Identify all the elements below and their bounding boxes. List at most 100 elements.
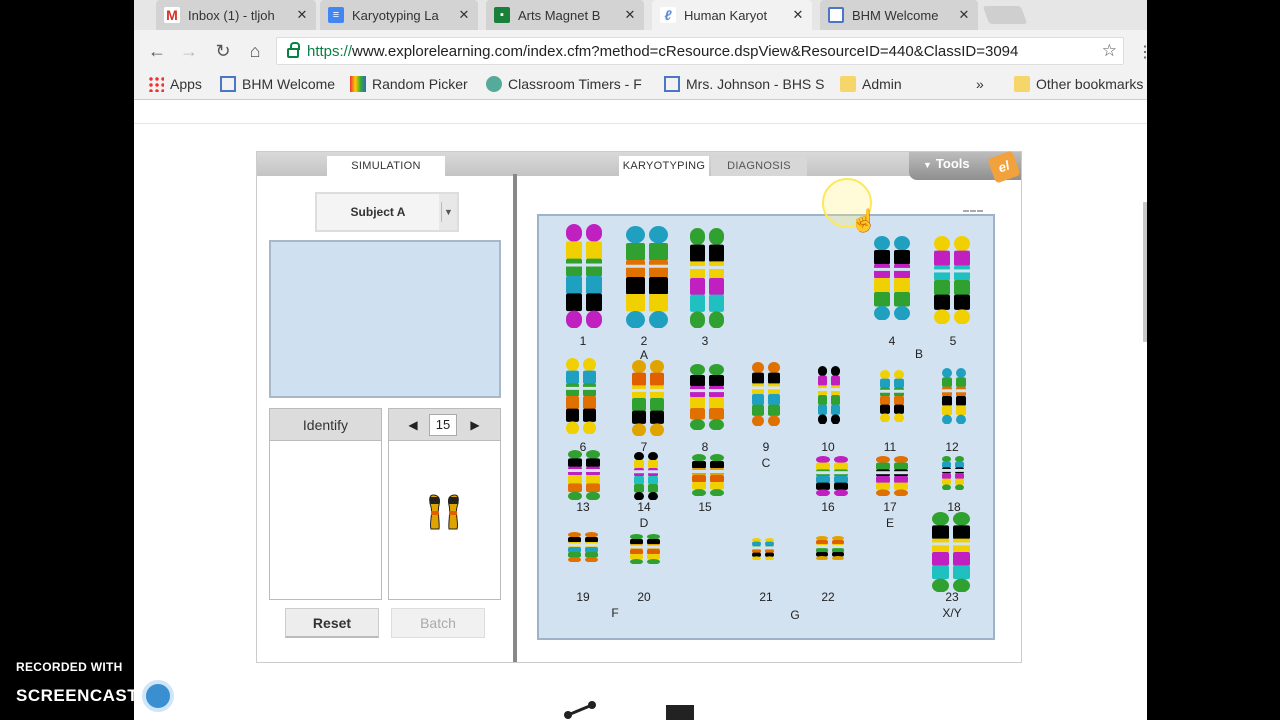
new-tab-button[interactable]: [982, 6, 1028, 24]
tab-inbox[interactable]: M Inbox (1) - tljoh ✕: [156, 0, 316, 30]
tab-title: Inbox (1) - tljoh: [188, 7, 275, 23]
group-label: F: [611, 606, 619, 620]
tab-simulation[interactable]: SIMULATION: [327, 156, 445, 176]
forward-icon[interactable]: →: [178, 40, 200, 62]
screen: M Inbox (1) - tljoh ✕ ≡ Karyotyping La ✕…: [0, 0, 1280, 720]
chromosome-23[interactable]: [931, 512, 971, 592]
bookmark-mrs-johnson[interactable]: Mrs. Johnson - BHS S: [664, 76, 825, 92]
chromosome-number-label: 7: [640, 440, 648, 454]
chevron-down-icon: ▼: [441, 202, 455, 222]
chromosome-number-label: 9: [762, 440, 770, 454]
prev-arrow-icon[interactable]: ◀: [403, 415, 423, 435]
bookmark-star-icon[interactable]: ☆: [1097, 41, 1117, 61]
chromosome-12[interactable]: [941, 368, 967, 424]
bookmark-admin[interactable]: Admin: [840, 76, 902, 92]
tools-menu[interactable]: ▼ Tools el: [909, 150, 1021, 184]
identify-button[interactable]: Identify: [270, 409, 381, 441]
dashed-guide: [963, 210, 983, 212]
reload-icon[interactable]: ↻: [212, 40, 234, 62]
tab-arts-magnet[interactable]: ▪ Arts Magnet B ✕: [486, 0, 644, 30]
screencast-watermark: RECORDED WITH SCREENCAST MATIC: [16, 660, 233, 712]
batch-button[interactable]: Batch: [391, 608, 485, 638]
chromosome-picker-panel: ◀ 15 ▶: [388, 408, 501, 600]
bookmarks-overflow[interactable]: »: [976, 76, 984, 92]
tab-strip: M Inbox (1) - tljoh ✕ ≡ Karyotyping La ✕…: [134, 0, 1147, 30]
chromosome-4[interactable]: [873, 236, 911, 320]
close-icon[interactable]: ✕: [956, 7, 972, 23]
watermark-brand-left: SCREENCAST: [16, 686, 139, 705]
chromosome-9[interactable]: [751, 362, 781, 426]
fullscreen-icon[interactable]: [666, 705, 694, 720]
chromosome-2[interactable]: [625, 226, 669, 328]
chromosome-number-label: 1: [579, 334, 587, 348]
folder-icon: [1014, 76, 1030, 92]
chromosome-number-label: 10: [821, 440, 835, 454]
chromosome-22[interactable]: [815, 536, 845, 560]
chromosome-number-label: 20: [637, 590, 651, 604]
explorelearning-logo: el: [987, 150, 1021, 184]
chromosome-18[interactable]: [941, 456, 965, 490]
chromosome-6[interactable]: [565, 358, 597, 434]
bookmark-label: Other bookmarks: [1036, 76, 1144, 92]
karyotype-board[interactable]: 1 2 3 4 5 6 7 8 9 10 11 12 13 14 15 16 17 18 19 20 21 22 23 A B C…: [537, 214, 995, 640]
group-label: C: [761, 456, 771, 470]
stepper-value[interactable]: 15: [429, 414, 457, 436]
home-icon[interactable]: ⌂: [244, 40, 266, 62]
bookmark-other[interactable]: Other bookmarks: [1014, 76, 1143, 92]
chromosome-15[interactable]: [691, 454, 725, 496]
reset-button[interactable]: Reset: [285, 608, 379, 638]
subject-select[interactable]: Subject A ▼: [315, 192, 459, 232]
chromosome-3[interactable]: [689, 228, 725, 328]
chromosome-5[interactable]: [933, 236, 971, 324]
chromosome-8[interactable]: [689, 364, 725, 430]
bookmark-bhm-welcome[interactable]: BHM Welcome: [220, 76, 335, 92]
chromosome-7[interactable]: [631, 360, 665, 436]
tab-karyotyping-lab[interactable]: ≡ Karyotyping La ✕: [320, 0, 478, 30]
tab-title: Karyotyping La: [352, 7, 439, 23]
bookmark-classroom-timers[interactable]: Classroom Timers - F: [486, 76, 642, 92]
scrollbar[interactable]: [1143, 202, 1147, 342]
close-icon[interactable]: ✕: [456, 7, 472, 23]
tools-label: Tools: [935, 156, 970, 171]
url-scheme: https://: [307, 42, 353, 60]
menu-icon[interactable]: ⋮: [1137, 42, 1147, 62]
browser-toolbar: ← → ↻ ⌂ https://www.explorelearning.com/…: [134, 30, 1147, 70]
chromosome-21[interactable]: [751, 538, 775, 560]
selected-chromosome[interactable]: [427, 493, 463, 533]
close-icon[interactable]: ✕: [790, 7, 806, 23]
chromosome-10[interactable]: [817, 366, 841, 424]
bookmark-label: Classroom Timers - F: [508, 76, 642, 92]
chromosome-11[interactable]: [879, 370, 905, 422]
chromosome-number-label: 15: [698, 500, 712, 514]
bookmark-apps[interactable]: Apps: [148, 76, 202, 92]
chromosome-number-label: 5: [949, 334, 957, 348]
chromosome-19[interactable]: [567, 532, 599, 562]
panel-divider: [513, 174, 517, 662]
watermark-recorded-text: RECORDED WITH: [16, 660, 123, 674]
close-icon[interactable]: ✕: [294, 7, 310, 23]
tab-karyotyping[interactable]: KARYOTYPING: [619, 156, 709, 176]
chromosome-14[interactable]: [633, 452, 659, 500]
chromosome-13[interactable]: [567, 450, 601, 500]
tab-title: Human Karyot: [684, 7, 768, 23]
tab-bhm-welcome[interactable]: BHM Welcome ✕: [820, 0, 978, 30]
docs-icon: ≡: [328, 7, 344, 23]
chromosome-number-label: 19: [576, 590, 590, 604]
address-bar[interactable]: https://www.explorelearning.com/index.cf…: [276, 37, 1124, 65]
share-icon[interactable]: [562, 701, 598, 720]
tab-diagnosis[interactable]: DIAGNOSIS: [711, 156, 807, 176]
back-icon[interactable]: ←: [146, 40, 168, 62]
chromosome-17[interactable]: [875, 456, 909, 496]
bookmark-random-picker[interactable]: Random Picker: [350, 76, 468, 92]
tab-human-karyotyping[interactable]: ℓ Human Karyot ✕: [652, 0, 812, 30]
chromosome-number-label: 14: [637, 500, 651, 514]
chromosome-16[interactable]: [815, 456, 849, 496]
chromosome-20[interactable]: [629, 534, 661, 564]
chromosome-1[interactable]: [565, 224, 603, 328]
next-arrow-icon[interactable]: ▶: [465, 415, 485, 435]
browser-window: M Inbox (1) - tljoh ✕ ≡ Karyotyping La ✕…: [134, 0, 1147, 720]
chromosome-number-label: 18: [947, 500, 961, 514]
bookmark-label: Random Picker: [372, 76, 468, 92]
close-icon[interactable]: ✕: [622, 7, 638, 23]
page-content: SIMULATION KARYOTYPING DIAGNOSIS ▼ Tools …: [134, 101, 1147, 720]
